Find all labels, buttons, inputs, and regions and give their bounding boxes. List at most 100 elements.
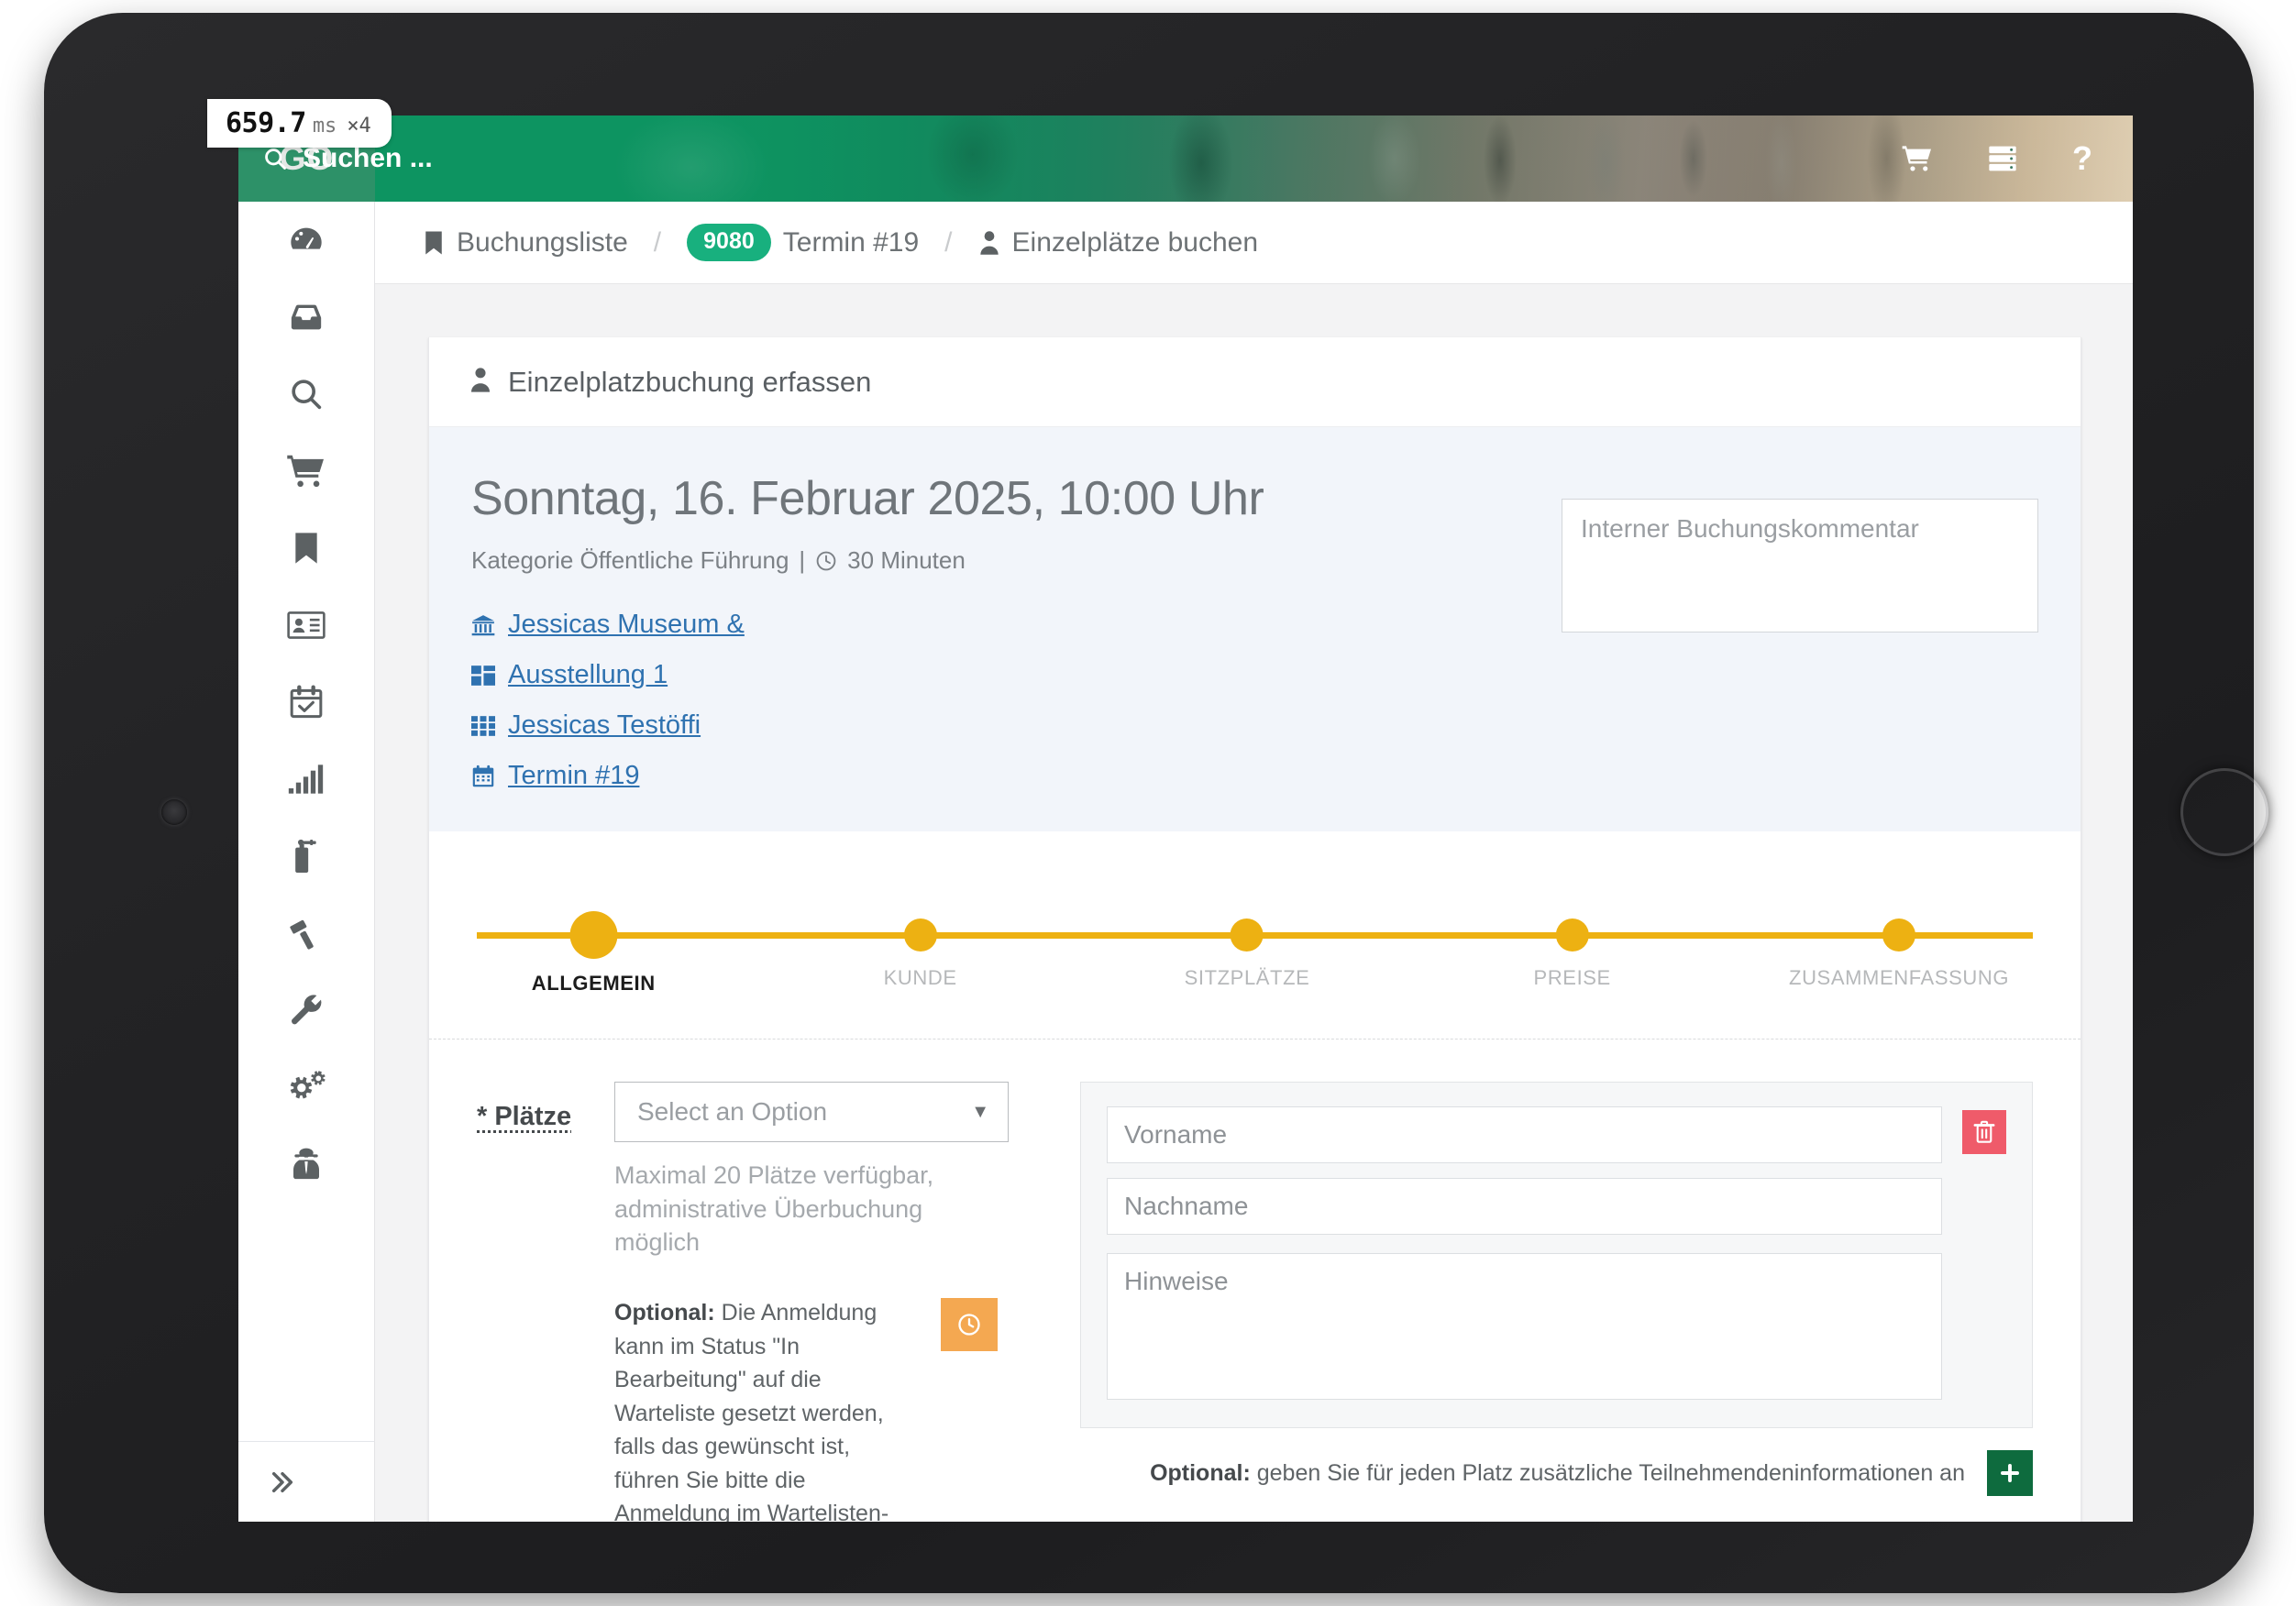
breadcrumb-item-bookings[interactable]: Buchungsliste [423,227,628,258]
card-header: Einzelplatzbuchung erfassen [429,337,2081,427]
sidebar-item-safety[interactable] [238,818,374,895]
device-home-button[interactable] [2180,768,2268,856]
step-label: SITZPLÄTZE [1184,966,1310,989]
table-cells-icon [471,715,495,737]
wizard-stepper: ALLGEMEIN KUNDE SITZPLÄTZE PREISE ZUSAMM… [477,896,2033,1004]
search-icon [262,146,288,171]
server-icon[interactable] [1988,145,2017,172]
waitlist-note-row: Optional: Die Anmeldung kann im Status "… [614,1296,1045,1522]
nachname-field[interactable] [1107,1178,1942,1235]
sidebar-item-shop[interactable] [238,433,374,510]
step-label: PREISE [1533,966,1611,989]
event-link-label: Jessicas Testöffi [508,710,701,740]
step-dot [1555,918,1589,952]
places-label: * Plätze [477,1102,572,1131]
hinweise-field[interactable] [1107,1253,1942,1400]
sidebar-item-settings[interactable] [238,1049,374,1126]
sidebar-item-search[interactable] [238,356,374,433]
step-kunde[interactable]: KUNDE [884,896,957,990]
participant-fields [1107,1106,1942,1400]
places-select-value: Select an Option [637,1097,828,1126]
performance-badge: 659.7 ms ×4 [207,99,392,148]
step-label: ZUSAMMENFASSUNG [1789,966,2010,989]
calendar-icon [471,764,495,788]
event-link-label: Ausstellung 1 [508,660,668,689]
internal-comment-textarea[interactable] [1562,499,2038,632]
waitlist-mode-button[interactable] [941,1298,998,1352]
waitlist-note-strong: Optional: [614,1300,715,1326]
wizard-stepper-area: ALLGEMEIN KUNDE SITZPLÄTZE PREISE ZUSAMM… [429,831,2081,1040]
sidebar-item-dashboard[interactable] [238,202,374,279]
booking-card: Einzelplatzbuchung erfassen Sonntag, 16.… [428,337,2081,1522]
sidebar-item-contacts[interactable] [238,587,374,664]
perf-value: 659.7 [226,107,306,139]
status-badge: 9080 [687,224,771,261]
step-preise[interactable]: PREISE [1534,896,1611,990]
sidebar-item-privacy[interactable] [238,1126,374,1203]
event-link-termin[interactable]: Termin #19 [471,761,2038,791]
form-left-column: * Plätze Select an Option ▼ Maximal 20 P… [477,1082,1045,1522]
event-link-exhibition[interactable]: Ausstellung 1 [471,660,2038,690]
breadcrumb: Buchungsliste / 9080 Termin #19 / Einzel… [375,202,2133,284]
event-link-label: Jessicas Museum & [508,610,745,639]
participant-card [1080,1082,2033,1428]
step-dot [903,918,937,952]
places-select[interactable]: Select an Option ▼ [614,1082,1009,1142]
step-sitzplaetze[interactable]: SITZPLÄTZE [1185,896,1310,990]
add-participant-button[interactable] [1987,1450,2033,1496]
add-participant-row: Optional: geben Sie für jeden Platz zusä… [1080,1450,2033,1496]
sidebar-item-tools[interactable] [238,972,374,1049]
step-label: ALLGEMEIN [531,972,656,995]
sidebar-expand-button[interactable] [238,1441,374,1522]
sidebar-item-legal[interactable] [238,895,374,972]
step-label: KUNDE [883,966,957,989]
sidebar-item-statistics[interactable] [238,741,374,818]
device-camera-icon [161,799,187,825]
header-banner-image [375,116,2133,202]
vorname-field[interactable] [1107,1106,1942,1163]
chevron-down-icon: ▼ [971,1101,989,1122]
search-input[interactable]: Suchen ... [303,143,433,174]
event-duration: 30 Minuten [847,546,966,574]
breadcrumb-separator: / [944,226,953,258]
bookmark-icon [423,229,445,257]
perf-multiplier: ×4 [347,115,371,138]
shopping-cart-icon[interactable] [1902,145,1933,172]
tablet-device-frame: GO Suchen ... ? Buchungsliste / 9080 Ter… [44,13,2268,1593]
clock-icon [815,550,837,572]
sidebar-item-inbox[interactable] [238,279,374,356]
museum-icon [471,613,495,637]
delete-participant-button[interactable] [1962,1110,2006,1154]
breadcrumb-item-current: Einzelplätze buchen [978,226,1259,258]
browser-screen: GO Suchen ... ? Buchungsliste / 9080 Ter… [238,116,2133,1522]
event-link-offering[interactable]: Jessicas Testöffi [471,710,2038,741]
places-column: Select an Option ▼ Maximal 20 Plätze ver… [614,1082,1045,1522]
breadcrumb-label: Einzelplätze buchen [1011,226,1259,258]
left-sidebar [238,202,375,1522]
participants-section: Optional: geben Sie für jeden Platz zusä… [1080,1082,2033,1522]
booking-form: * Plätze Select an Option ▼ Maximal 20 P… [429,1040,2081,1522]
top-bar: GO Suchen ... ? [238,116,2133,202]
page-title: Einzelplatzbuchung erfassen [508,365,872,398]
breadcrumb-separator: / [653,226,662,258]
step-allgemein[interactable]: ALLGEMEIN [532,896,656,996]
meta-separator: | [799,546,806,574]
add-participant-label: geben Sie für jeden Platz zusätzliche Te… [1250,1459,1965,1486]
perf-unit: ms [312,115,337,138]
step-zusammenfassung[interactable]: ZUSAMMENFASSUNG [1789,896,2009,990]
event-link-label: Termin #19 [508,761,640,790]
breadcrumb-item-termin[interactable]: 9080 Termin #19 [687,224,919,261]
breadcrumb-label: Buchungsliste [457,226,628,258]
breadcrumb-label: Termin #19 [782,226,920,258]
grid-icon [471,665,495,687]
step-dot [1882,918,1916,952]
step-dot [569,911,618,959]
sidebar-item-bookings[interactable] [238,510,374,587]
waitlist-note-text: Die Anmeldung kann im Status "In Bearbei… [614,1300,889,1522]
user-icon [978,230,1000,256]
internal-comment-wrapper [1562,499,2038,637]
sidebar-item-calendar[interactable] [238,664,374,741]
help-icon[interactable]: ? [2072,139,2092,178]
topbar-actions: ? [1902,116,2092,202]
event-category: Kategorie Öffentliche Führung [471,546,789,574]
